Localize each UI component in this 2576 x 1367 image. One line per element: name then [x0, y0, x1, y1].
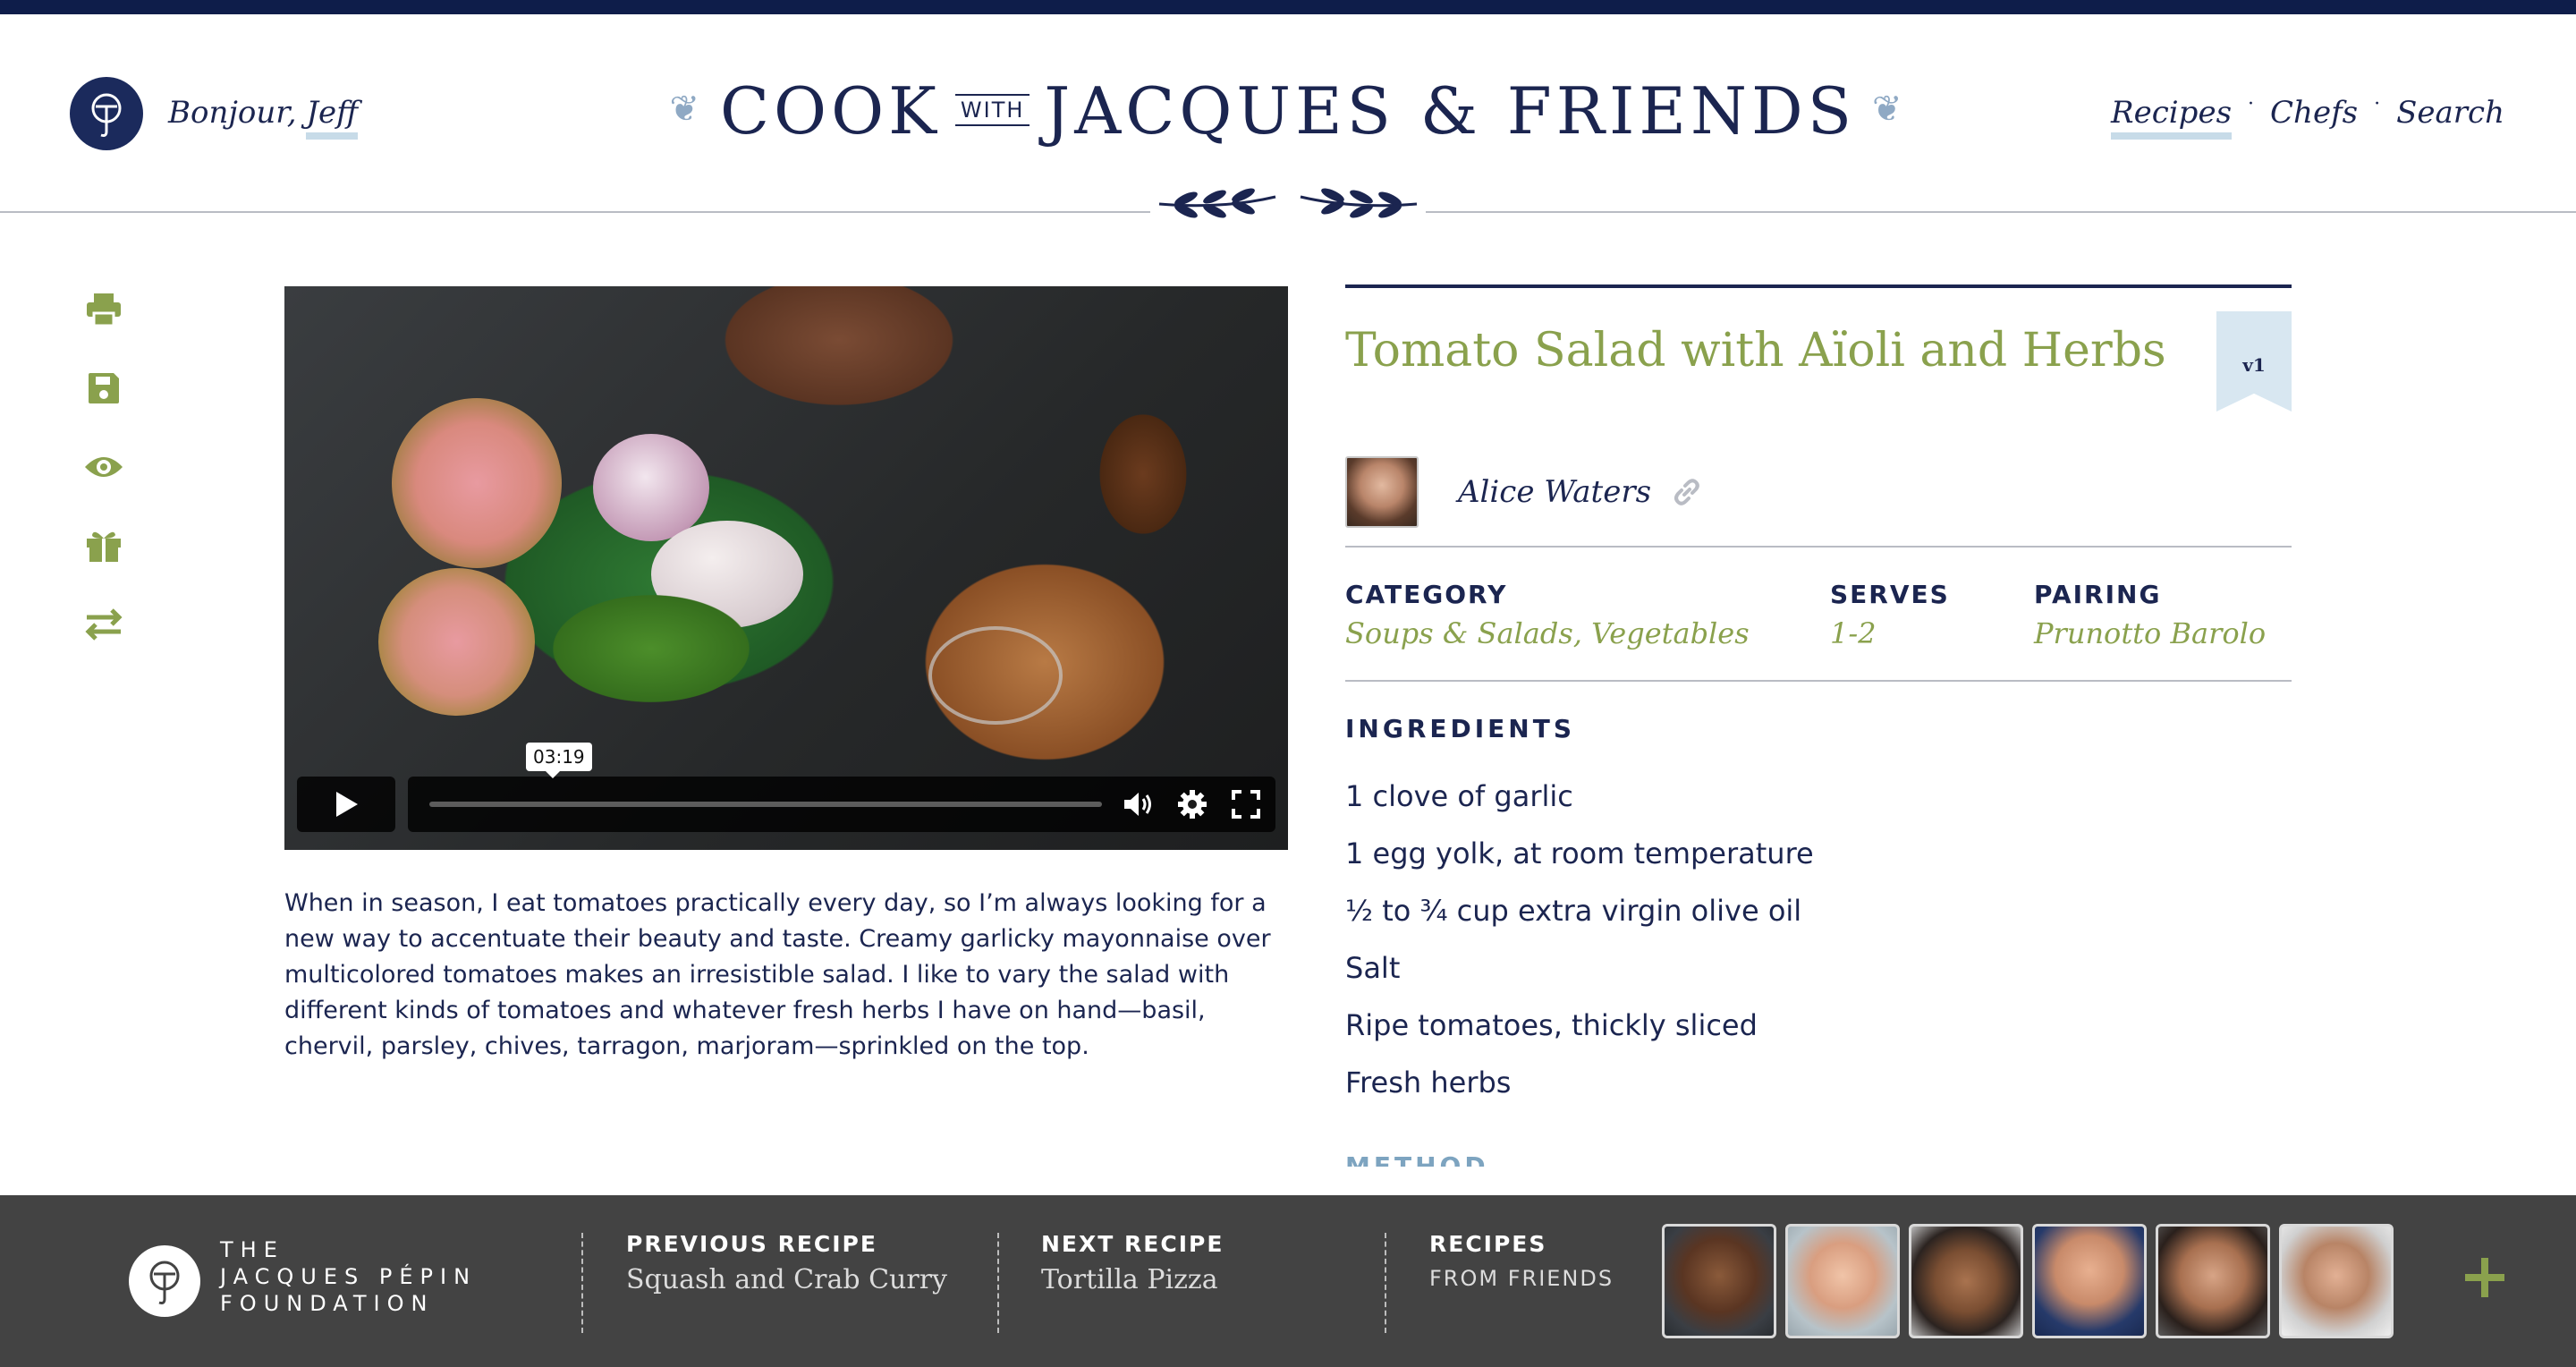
friend-chef-avatar[interactable]	[1909, 1224, 2023, 1338]
next-recipe-label: NEXT RECIPE	[1041, 1231, 1224, 1257]
ingredient-item: Salt	[1345, 951, 1401, 985]
foundation-line: THE	[220, 1237, 284, 1262]
meta-category: CATEGORY Soups & Salads, Vegetables	[1345, 580, 1750, 650]
friend-chef-list	[1662, 1224, 2394, 1338]
play-button[interactable]	[297, 777, 395, 832]
video-frame-tomato	[392, 398, 562, 568]
recipes-from-friends: RECIPES FROM FRIENDS	[1429, 1231, 1614, 1291]
video-seek-track[interactable]	[429, 802, 1102, 807]
ingredient-item: ½ to ¾ cup extra virgin olive oil	[1345, 894, 1802, 928]
gift-icon[interactable]	[79, 521, 129, 571]
footer-divider	[997, 1233, 999, 1333]
settings-icon[interactable]	[1175, 787, 1209, 821]
footer-divider	[581, 1233, 583, 1333]
video-progress-bar: 03:19	[408, 743, 1275, 832]
print-icon[interactable]	[79, 284, 129, 335]
recipe-description: When in season, I eat tomatoes practical…	[284, 889, 1271, 1060]
site-title-cook: COOK	[719, 73, 941, 149]
foundation-line: FOUNDATION	[220, 1291, 435, 1316]
pairing-label: PAIRING	[2034, 580, 2162, 609]
meta-serves: SERVES 1-2	[1830, 580, 1950, 650]
friend-chef-avatar[interactable]	[2156, 1224, 2270, 1338]
ingredients-heading: INGREDIENTS	[1345, 714, 1576, 743]
category-value[interactable]: Soups & Salads, Vegetables	[1345, 616, 1750, 650]
ingredient-item: 1 egg yolk, at room temperature	[1345, 836, 1814, 870]
serves-value: 1-2	[1830, 616, 1877, 650]
recipe-details: Tomato Salad with Aïoli and Herbs v1 Ali…	[1345, 284, 2292, 1100]
chef-avatar[interactable]	[1345, 456, 1419, 528]
ingredient-item: Fresh herbs	[1345, 1066, 1512, 1100]
previous-recipe-label: PREVIOUS RECIPE	[626, 1231, 877, 1257]
video-frame-garlic	[593, 434, 709, 541]
ingredient-item: Ripe tomatoes, thickly sliced	[1345, 1008, 1758, 1042]
version-label: v1	[2242, 354, 2266, 376]
laurel-sprig-icon	[1150, 170, 1426, 233]
volume-icon[interactable]	[1122, 787, 1156, 821]
category-label: CATEGORY	[1345, 580, 1508, 609]
previous-recipe-link[interactable]: Squash and Crab Curry	[626, 1264, 947, 1295]
main-nav: Recipes · Chefs · Search	[2111, 95, 2504, 140]
fullscreen-icon[interactable]	[1229, 787, 1263, 821]
site-title-with: WITH	[954, 94, 1030, 126]
nav-separator: ·	[2248, 93, 2255, 115]
pairing-value: Prunotto Barolo	[2034, 616, 2267, 650]
meta-pairing: PAIRING Prunotto Barolo	[2034, 580, 2266, 650]
video-controls: 03:19	[297, 743, 1275, 832]
next-recipe[interactable]: NEXT RECIPE Tortilla Pizza	[1041, 1231, 1224, 1295]
top-accent-bar	[0, 0, 2576, 14]
link-icon[interactable]	[1671, 476, 1707, 512]
ingredients-list: 1 clove of garlic 1 egg yolk, at room te…	[1345, 778, 2292, 1122]
friend-chef-avatar[interactable]	[1662, 1224, 1776, 1338]
recipe-meta: CATEGORY Soups & Salads, Vegetables SERV…	[1345, 548, 2292, 682]
nav-separator: ·	[2374, 93, 2381, 115]
friends-label: RECIPES	[1429, 1231, 1547, 1257]
nav-search[interactable]: Search	[2396, 95, 2504, 131]
swirl-right-icon: ❦	[1872, 89, 1907, 130]
recipe-video-player[interactable]: 03:19	[284, 286, 1288, 850]
footer-divider	[1385, 1233, 1386, 1333]
recipe-title: Tomato Salad with Aïoli and Herbs	[1345, 324, 2166, 378]
save-icon[interactable]	[79, 363, 129, 413]
friend-chef-avatar[interactable]	[2279, 1224, 2394, 1338]
swirl-left-icon: ❦	[669, 89, 704, 130]
plus-icon[interactable]	[2462, 1254, 2508, 1301]
serves-label: SERVES	[1830, 580, 1950, 609]
video-frame-tomato	[378, 568, 535, 716]
recipe-tools	[79, 284, 129, 678]
chef-name-link[interactable]: Alice Waters	[1458, 474, 1651, 510]
video-frame-basil	[553, 595, 750, 702]
foundation-line: JACQUES PÉPIN	[220, 1264, 478, 1289]
method-heading: METHOD	[1345, 1154, 1489, 1167]
foundation-logo-icon[interactable]	[129, 1245, 200, 1317]
video-frame-whisk	[928, 626, 1063, 725]
next-recipe-link[interactable]: Tortilla Pizza	[1041, 1264, 1224, 1295]
friends-sublabel: FROM FRIENDS	[1429, 1266, 1614, 1291]
recipe-footer: THE JACQUES PÉPIN FOUNDATION PREVIOUS RE…	[0, 1195, 2576, 1367]
play-icon	[336, 792, 358, 817]
nav-chefs[interactable]: Chefs	[2270, 95, 2358, 131]
ingredient-item: 1 clove of garlic	[1345, 779, 1573, 813]
friend-chef-avatar[interactable]	[2032, 1224, 2147, 1338]
version-ribbon[interactable]: v1	[2216, 311, 2292, 412]
eye-icon[interactable]	[79, 442, 129, 492]
friend-chef-avatar[interactable]	[1785, 1224, 1900, 1338]
site-title-jacques-friends: JACQUES & FRIENDS	[1044, 73, 1857, 149]
chef-row: Alice Waters	[1345, 444, 2292, 548]
foundation-name[interactable]: THE JACQUES PÉPIN FOUNDATION	[220, 1236, 477, 1317]
previous-recipe[interactable]: PREVIOUS RECIPE Squash and Crab Curry	[626, 1231, 947, 1295]
video-timecode: 03:19	[526, 743, 592, 778]
nav-recipes[interactable]: Recipes	[2111, 95, 2233, 140]
swap-icon[interactable]	[79, 599, 129, 650]
